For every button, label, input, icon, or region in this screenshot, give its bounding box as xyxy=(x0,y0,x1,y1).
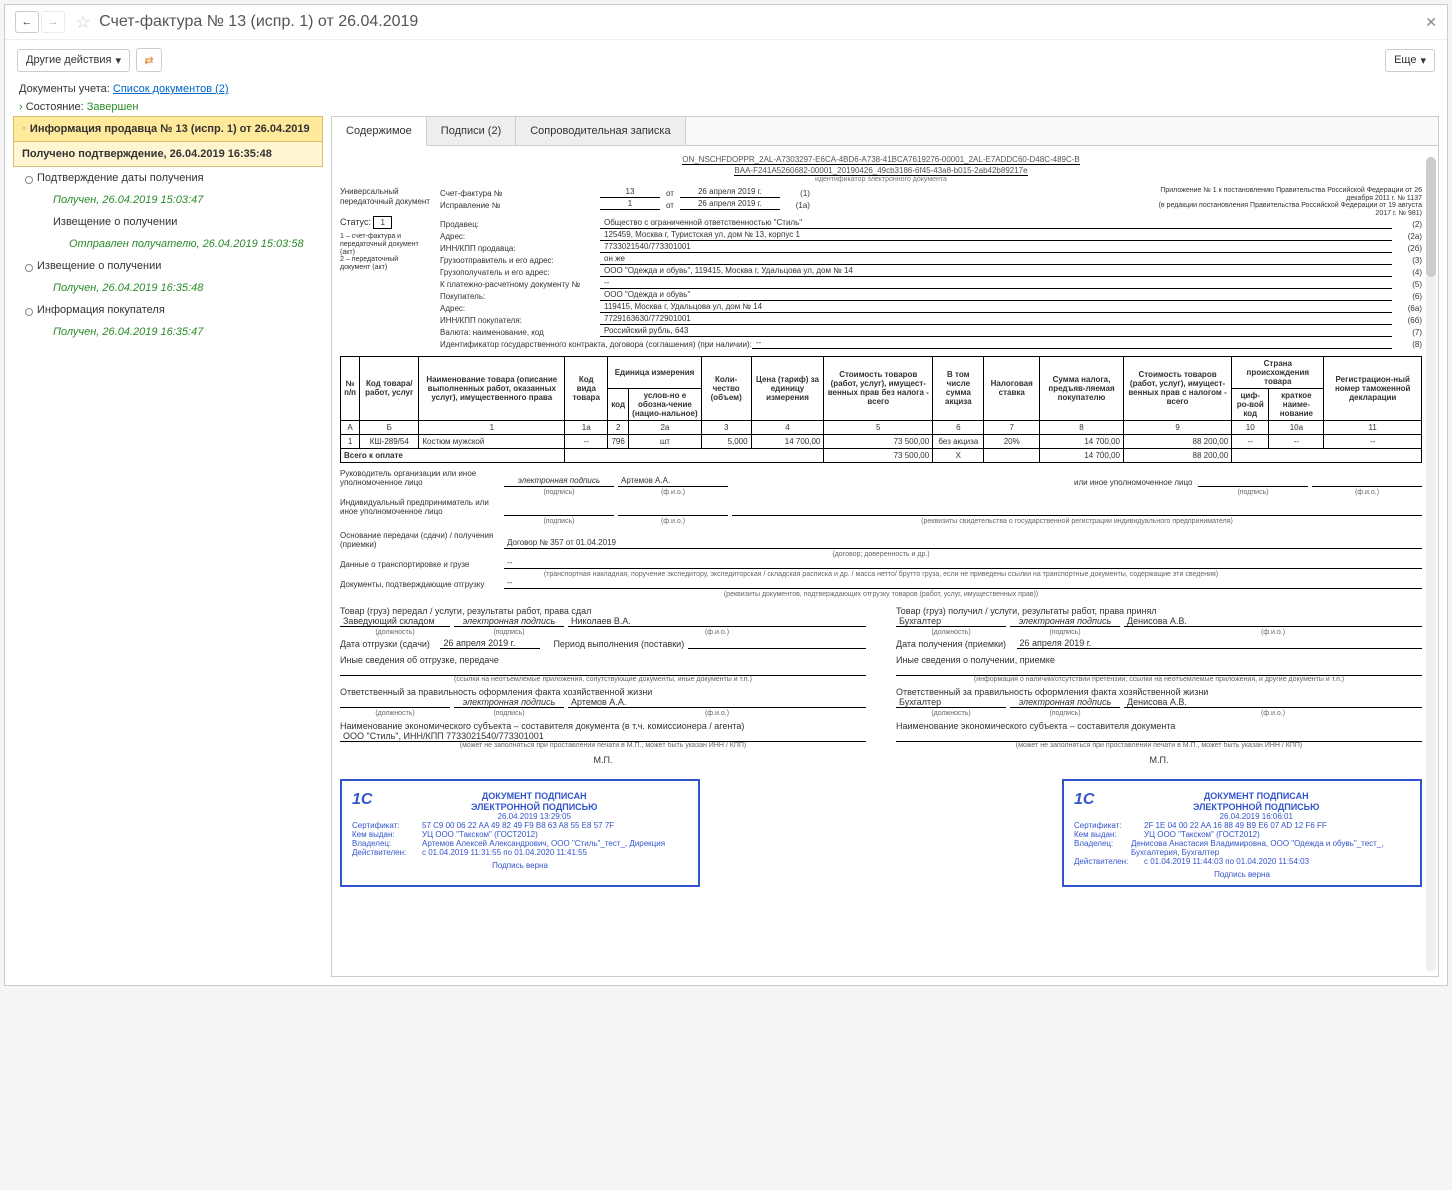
tree-item[interactable]: Подтверждение даты получения xyxy=(13,167,323,189)
collapse-icon: ◦ xyxy=(22,123,26,135)
tree-item[interactable]: Извещение о получении xyxy=(13,255,323,277)
expand-icon[interactable]: › xyxy=(19,101,23,113)
chevron-down-icon: ▾ xyxy=(1420,54,1426,67)
tree-status: Получен, 26.04.2019 15:03:47 xyxy=(13,189,323,211)
state-label: Состояние: xyxy=(26,101,84,113)
doc-id: BAA-F241A5260682-00001_20190426_49cb3186… xyxy=(734,166,1027,176)
state-value: Завершен xyxy=(87,101,139,113)
status-note: 1 – счет-фактура и передаточный документ… xyxy=(340,233,430,271)
signature-stamp: 1CДОКУМЕНТ ПОДПИСАНЭЛЕКТРОННОЙ ПОДПИСЬЮ2… xyxy=(1062,779,1422,888)
status-code: 1 xyxy=(373,216,391,229)
close-button[interactable]: ✕ xyxy=(1425,14,1437,31)
content-panel: Содержимое Подписи (2) Сопроводительная … xyxy=(331,116,1439,977)
signature-stamp: 1CДОКУМЕНТ ПОДПИСАНЭЛЕКТРОННОЙ ПОДПИСЬЮ2… xyxy=(340,779,700,888)
back-button[interactable]: ← xyxy=(15,11,39,33)
tree-status: Отправлен получателю, 26.04.2019 15:03:5… xyxy=(13,233,323,255)
favorite-icon[interactable]: ☆ xyxy=(75,12,91,33)
hierarchy-icon: ⇄ xyxy=(144,54,153,67)
upd-title: Универсальный передаточный документ xyxy=(340,187,430,206)
tab-signatures[interactable]: Подписи (2) xyxy=(427,117,516,145)
document-view: ON_NSCHFDOPPR_2AL-A7303297-E6CA-4BD6-A73… xyxy=(332,146,1438,976)
window-title: Счет-фактура № 13 (испр. 1) от 26.04.201… xyxy=(99,13,1425,31)
tree-status: Получен, 26.04.2019 16:35:47 xyxy=(13,321,323,343)
scrollbar[interactable] xyxy=(1426,157,1436,972)
more-button[interactable]: Еще ▾ xyxy=(1385,49,1435,72)
tab-note[interactable]: Сопроводительная записка xyxy=(516,117,685,145)
tree-header[interactable]: ◦ Информация продавца № 13 (испр. 1) от … xyxy=(13,116,323,142)
doc-id-label: идентификатор электронного документа xyxy=(340,176,1422,183)
tab-content[interactable]: Содержимое xyxy=(332,117,427,146)
other-actions-button[interactable]: Другие действия ▾ xyxy=(17,49,130,72)
tree-status: Получен, 26.04.2019 16:35:48 xyxy=(13,277,323,299)
docs-link[interactable]: Список документов (2) xyxy=(113,83,229,95)
annex-text: Приложение № 1 к постановлению Правитель… xyxy=(1142,187,1422,218)
docs-label: Документы учета: xyxy=(19,83,110,95)
tree-confirm: Получено подтверждение, 26.04.2019 16:35… xyxy=(13,142,323,167)
chevron-down-icon: ▾ xyxy=(115,54,121,67)
left-tree-panel: ◦ Информация продавца № 13 (испр. 1) от … xyxy=(13,116,323,977)
tree-item[interactable]: Информация покупателя xyxy=(13,299,323,321)
tree-item[interactable]: Извещение о получении xyxy=(13,211,323,233)
structure-button[interactable]: ⇄ xyxy=(136,48,162,72)
doc-id: ON_NSCHFDOPPR_2AL-A7303297-E6CA-4BD6-A73… xyxy=(682,155,1080,165)
items-table: № п/п Код товара/ работ, услуг Наименова… xyxy=(340,356,1422,463)
forward-button[interactable]: → xyxy=(41,11,65,33)
